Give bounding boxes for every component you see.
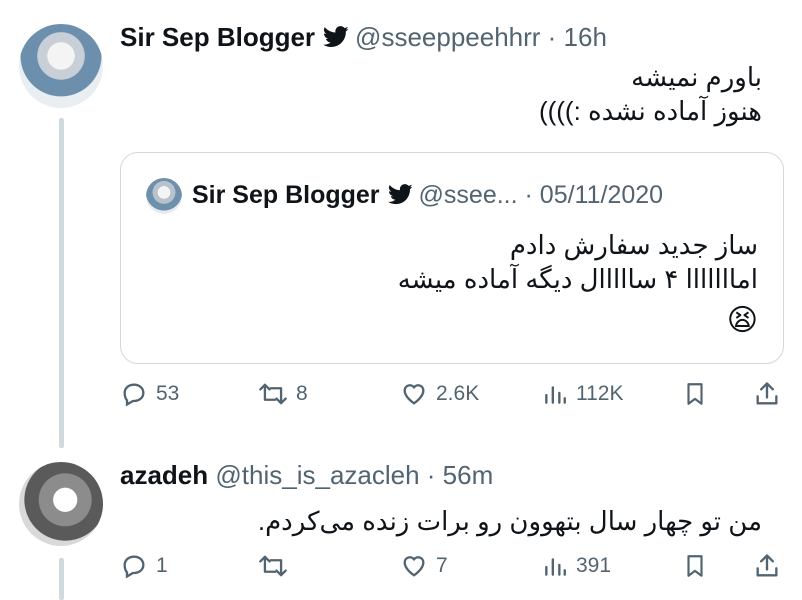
views-button[interactable]: 112K: [542, 380, 624, 408]
reply-action-bar: 1 7 391: [120, 552, 785, 586]
thread-line-bottom: [59, 558, 64, 600]
reply-count: 53: [156, 382, 180, 405]
reply-avatar[interactable]: [19, 462, 103, 546]
like-button[interactable]: 2.6K: [400, 380, 479, 408]
reply-button[interactable]: 1: [120, 552, 168, 580]
heart-icon: [400, 552, 428, 580]
heart-icon: [400, 380, 428, 408]
like-button[interactable]: 7: [400, 552, 448, 580]
reply-button[interactable]: 53: [120, 380, 179, 408]
retweet-count: 8: [296, 382, 308, 405]
tweet-text: باورم نمیشه هنوز آماده نشده :)))): [142, 60, 762, 128]
quoted-author-name: Sir Sep Blogger: [192, 181, 380, 209]
reply-icon: [120, 552, 148, 580]
share-button[interactable]: [753, 380, 781, 408]
twitter-bird-icon: [323, 24, 349, 55]
retweet-icon: [258, 552, 288, 580]
reply-text: من تو چهار سال بتهوون رو برات زنده می‌کر…: [122, 504, 762, 538]
tweet-text-line: باورم نمیشه: [631, 62, 762, 92]
bookmark-button[interactable]: [682, 380, 708, 408]
avatar[interactable]: [19, 24, 103, 108]
bookmark-button[interactable]: [682, 552, 708, 580]
quoted-text-line: امااااااا ۴ سااااال دیگه آماده میشه: [397, 264, 758, 294]
reply-author-name[interactable]: azadeh: [120, 460, 208, 490]
views-button[interactable]: 391: [542, 552, 611, 580]
handle-time[interactable]: @sseeppeehhrr · 16h: [355, 22, 607, 52]
reply-header: azadeh @this_is_azacleh · 56m: [120, 460, 493, 491]
bar-chart-icon: [542, 552, 568, 580]
twitter-bird-icon: [387, 183, 413, 212]
quoted-avatar: [146, 178, 182, 214]
tweet-action-bar: 53 8 2.6K 112K: [120, 380, 785, 414]
tweet-header: Sir Sep Blogger @sseeppeehhrr · 16h: [120, 22, 607, 55]
like-count: 7: [436, 554, 448, 577]
view-count: 112K: [576, 382, 624, 405]
author-name[interactable]: Sir Sep Blogger: [120, 22, 315, 52]
tweet-text-line: هنوز آماده نشده :)))): [538, 96, 762, 126]
quoted-handle-time: @ssee... · 05/11/2020: [418, 181, 664, 209]
quoted-text-line: ساز جدید سفارش دادم: [509, 230, 758, 260]
reply-icon: [120, 380, 148, 408]
bookmark-icon: [682, 380, 708, 408]
quoted-text: ساز جدید سفارش دادم امااااااا ۴ سااااال …: [158, 228, 758, 338]
retweet-button[interactable]: 8: [258, 380, 308, 408]
bookmark-icon: [682, 552, 708, 580]
reply-text-line: من تو چهار سال بتهوون رو برات زنده می‌کر…: [257, 506, 762, 536]
like-count: 2.6K: [436, 382, 480, 405]
reply-count: 1: [156, 554, 168, 577]
share-button[interactable]: [753, 552, 781, 580]
view-count: 391: [576, 554, 612, 577]
tired-face-emoji: 😫: [726, 304, 758, 337]
retweet-icon: [258, 380, 288, 408]
bar-chart-icon: [542, 380, 568, 408]
share-icon: [753, 380, 781, 408]
quoted-header: Sir Sep Blogger @ssee... · 05/11/2020: [192, 181, 663, 212]
reply-handle-time[interactable]: @this_is_azacleh · 56m: [215, 460, 493, 490]
retweet-button[interactable]: [258, 552, 296, 580]
share-icon: [753, 552, 781, 580]
thread-line-top: [59, 118, 64, 448]
